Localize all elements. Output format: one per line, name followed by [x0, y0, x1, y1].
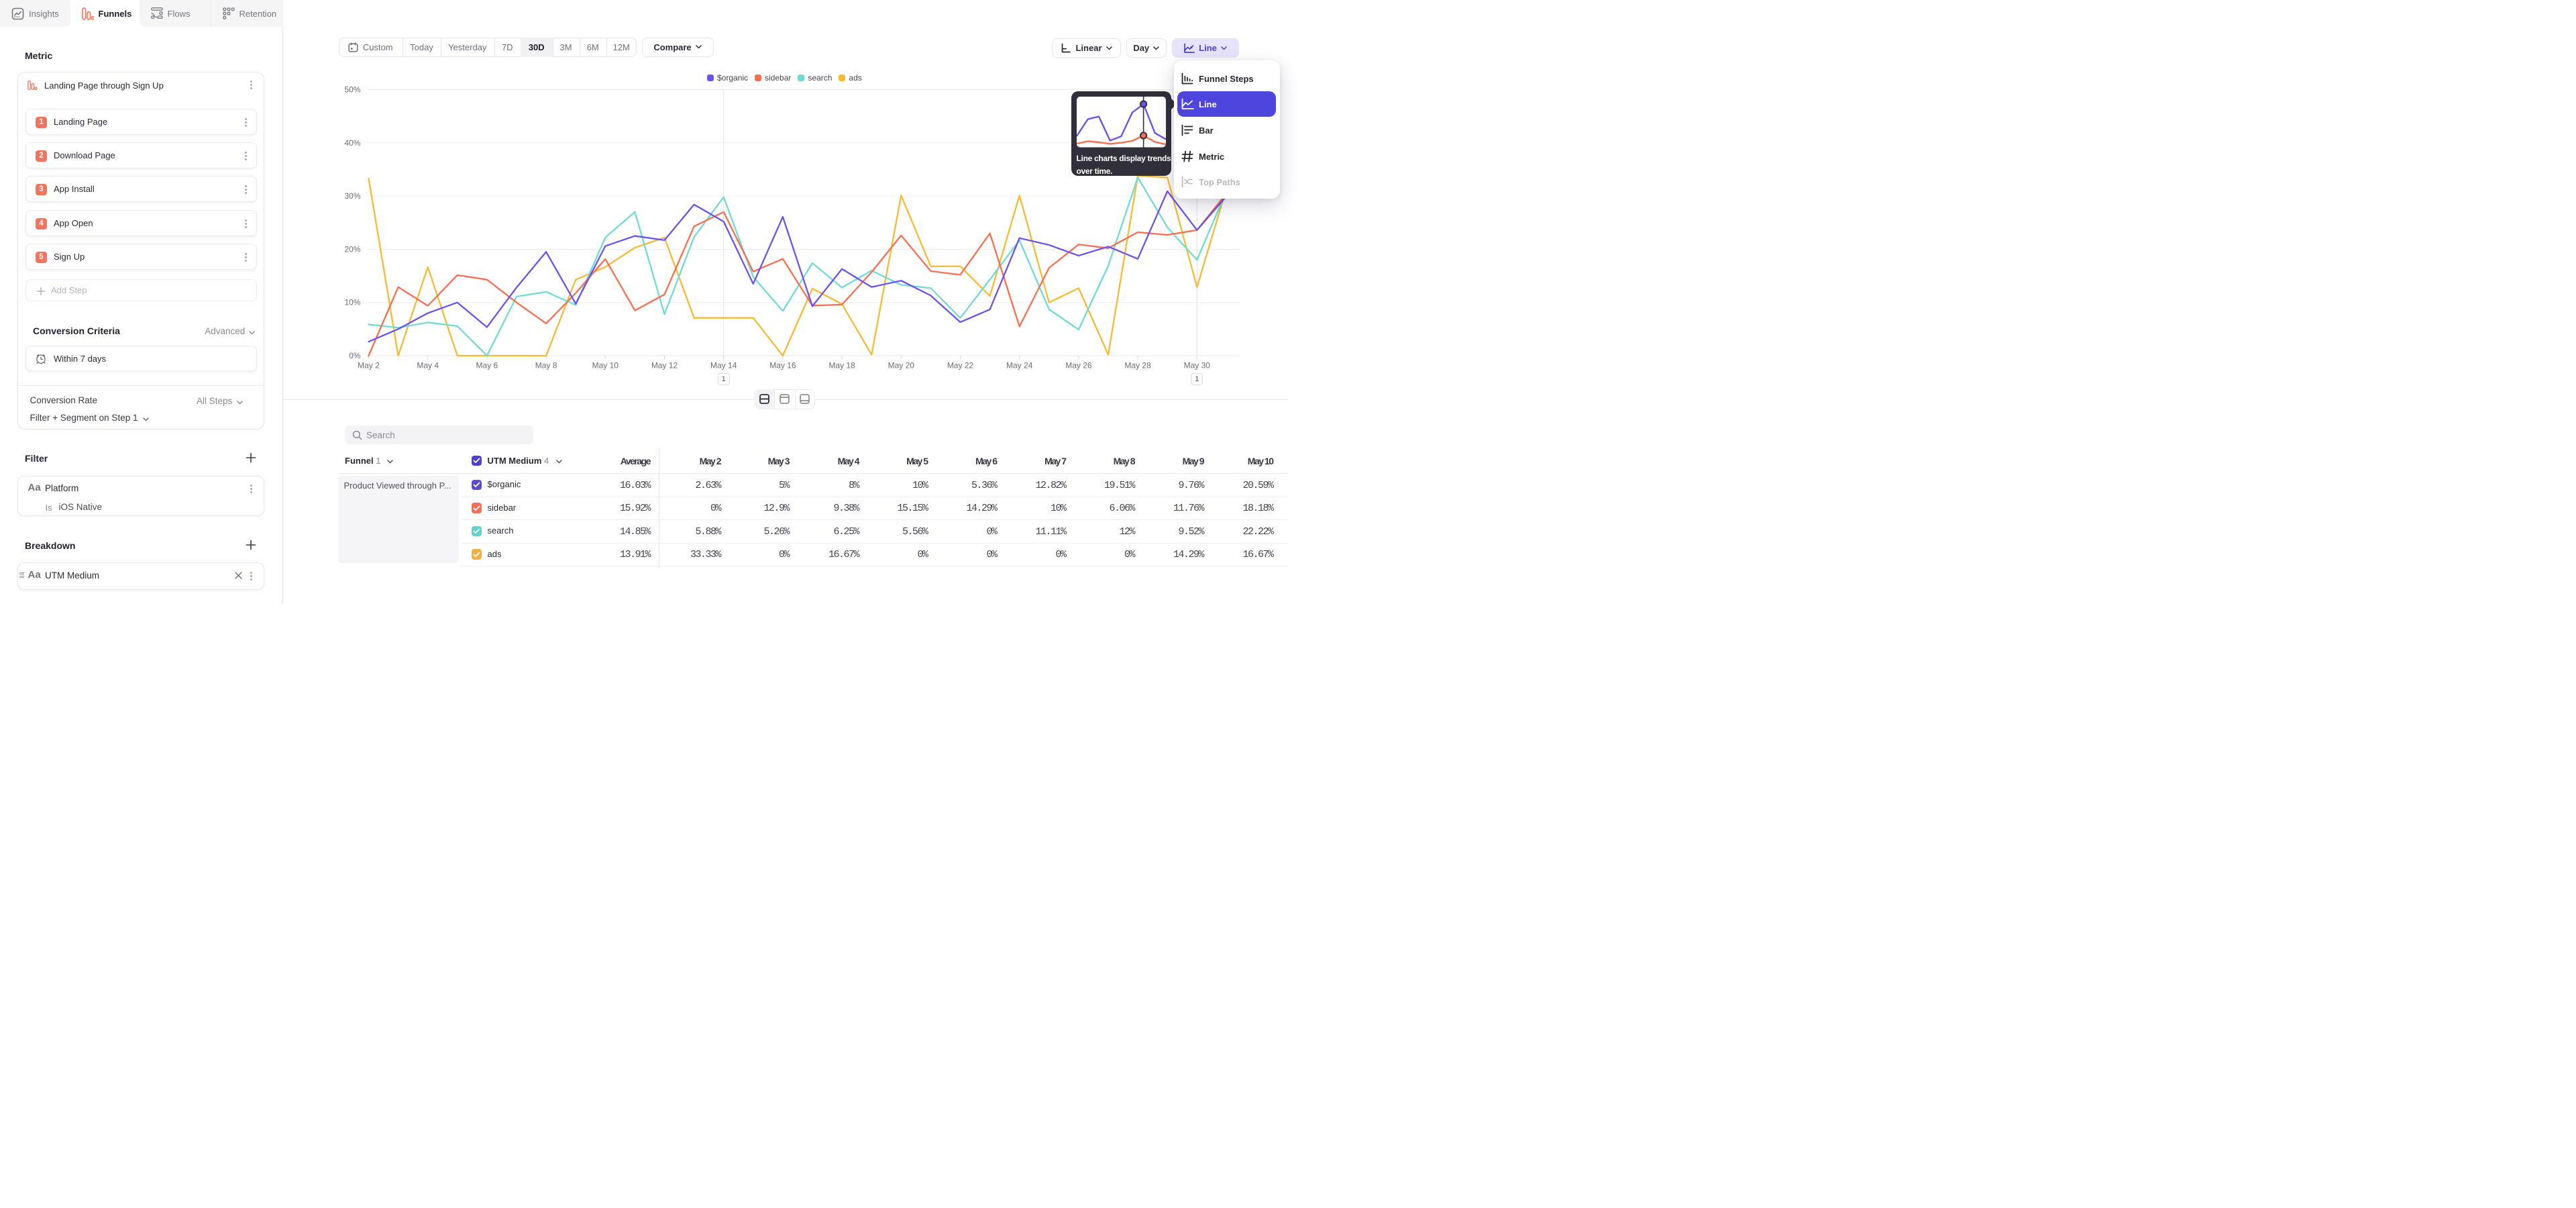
svg-text:May 12: May 12 — [651, 361, 678, 370]
svg-text:May 28: May 28 — [1124, 361, 1151, 370]
svg-text:May 2: May 2 — [358, 361, 380, 370]
svg-text:May 4: May 4 — [417, 361, 439, 370]
svg-text:10%: 10% — [344, 298, 360, 307]
svg-text:May 8: May 8 — [535, 361, 557, 370]
svg-text:May 6: May 6 — [476, 361, 498, 370]
svg-text:May 16: May 16 — [769, 361, 796, 370]
svg-text:May 30: May 30 — [1184, 361, 1211, 370]
svg-text:May 20: May 20 — [888, 361, 915, 370]
svg-text:30%: 30% — [344, 191, 360, 201]
svg-text:May 18: May 18 — [828, 361, 855, 370]
svg-text:May 22: May 22 — [947, 361, 974, 370]
svg-text:May 24: May 24 — [1006, 361, 1033, 370]
svg-text:May 26: May 26 — [1065, 361, 1092, 370]
svg-text:0%: 0% — [349, 351, 361, 360]
svg-text:May 10: May 10 — [592, 361, 619, 370]
svg-text:May 14: May 14 — [710, 361, 737, 370]
svg-text:50%: 50% — [344, 85, 360, 95]
svg-text:40%: 40% — [344, 138, 360, 148]
svg-text:20%: 20% — [344, 244, 360, 254]
